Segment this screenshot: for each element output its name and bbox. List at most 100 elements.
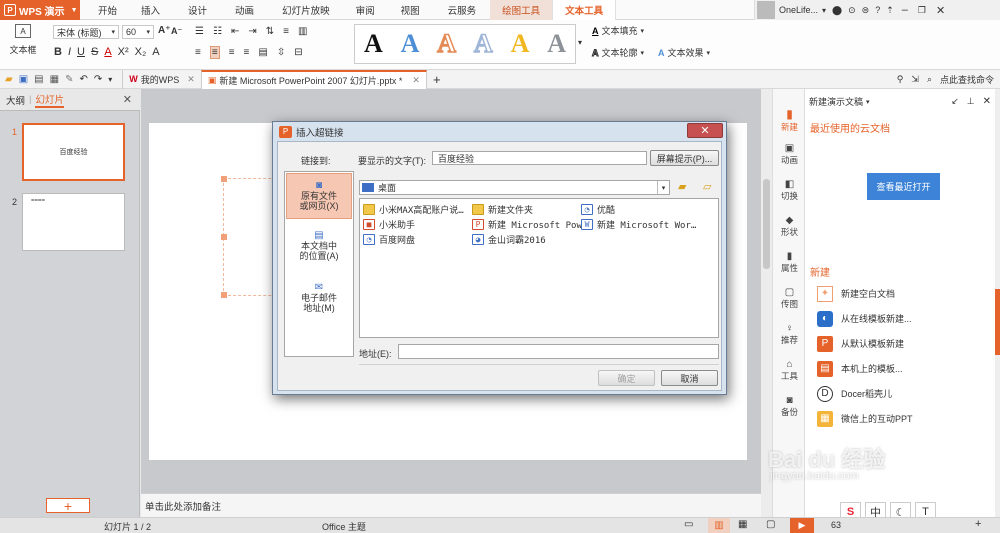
print-preview-icon[interactable]: ▤: [34, 74, 43, 85]
notes-area[interactable]: 单击此处添加备注: [141, 493, 761, 517]
scroll-thumb[interactable]: [763, 179, 770, 269]
format-painter-icon[interactable]: ✎: [65, 74, 73, 85]
local-template-item[interactable]: ▤ 本机上的模板...: [817, 356, 987, 381]
avatar[interactable]: [757, 1, 775, 19]
tab-my-wps[interactable]: W 我的WPS ✕: [122, 69, 201, 89]
side-backup-button[interactable]: ◙ 备份: [773, 395, 806, 431]
link-email[interactable]: ✉ 电子邮件 地址(M): [286, 276, 352, 322]
app-menu-button[interactable]: P WPS 演示 ▼: [0, 0, 80, 20]
dialog-close-button[interactable]: ✕: [687, 123, 723, 138]
close-icon[interactable]: ✕: [983, 96, 991, 107]
side-tools-button[interactable]: ⌂ 工具: [773, 359, 806, 395]
clear-format-icon[interactable]: A: [152, 46, 159, 58]
redo-icon[interactable]: ↷: [94, 74, 102, 85]
command-search-input[interactable]: 点此查找命令: [940, 73, 994, 86]
wordart-style-3[interactable]: A: [437, 28, 457, 59]
file-item[interactable]: W 新建 Microsoft Wor…: [581, 217, 696, 231]
align-left-icon[interactable]: ≡: [195, 47, 201, 58]
bold-button[interactable]: B: [54, 46, 62, 58]
subscript-icon[interactable]: X₂: [135, 46, 147, 58]
align-right-icon[interactable]: ≡: [229, 47, 235, 58]
spacing-icon[interactable]: ⇳: [277, 47, 285, 58]
side-shape-button[interactable]: ◆ 形状: [773, 215, 806, 251]
valign-icon[interactable]: ⊟: [294, 47, 302, 58]
account-chevron-icon[interactable]: ▾: [822, 6, 826, 15]
outdent-icon[interactable]: ⇤: [231, 26, 239, 37]
screen-tip-button[interactable]: 屏幕提示(P)...: [650, 150, 719, 166]
tab-home[interactable]: 开始: [88, 0, 127, 20]
textbox-button[interactable]: A 文本框: [6, 24, 40, 56]
save-icon[interactable]: ▣: [19, 74, 28, 85]
slide-thumbnail-2[interactable]: ====: [22, 193, 125, 251]
justify-icon[interactable]: ≡: [244, 47, 250, 58]
tab-text-tools[interactable]: 文本工具: [552, 0, 617, 20]
wordart-style-6[interactable]: A: [547, 29, 566, 59]
bullet-list-icon[interactable]: ☰: [195, 26, 204, 37]
maximize-icon[interactable]: ❐: [918, 5, 926, 16]
side-recommend-button[interactable]: ♀ 推荐: [773, 323, 806, 359]
file-item[interactable]: 新建文件夹: [472, 202, 533, 216]
gallery-more-icon[interactable]: ▾: [578, 38, 582, 47]
side-new-button[interactable]: ▮ 新建: [773, 107, 806, 143]
resize-handle[interactable]: [221, 292, 227, 298]
new-online-template-item[interactable]: ◐ 从在线模板新建...: [817, 306, 987, 331]
tab-current-doc[interactable]: ▣ 新建 Microsoft PowerPoint 2007 幻灯片.pptx …: [200, 69, 427, 89]
view-recent-button[interactable]: 查看最近打开: [867, 173, 940, 200]
minimize-icon[interactable]: –: [902, 4, 908, 16]
side-property-button[interactable]: ▮ 属性: [773, 251, 806, 287]
wordart-style-4[interactable]: A: [473, 28, 493, 59]
resize-handle[interactable]: [221, 234, 227, 240]
superscript-icon[interactable]: X²: [118, 46, 129, 58]
distribute-icon[interactable]: ▤: [258, 47, 267, 58]
tab-animation[interactable]: 动画: [221, 0, 268, 20]
sync-icon[interactable]: ⊙: [848, 5, 856, 16]
task-pane-toggle[interactable]: [995, 289, 1000, 355]
italic-button[interactable]: I: [68, 46, 71, 58]
close-icon[interactable]: ✕: [936, 4, 945, 17]
display-text-input[interactable]: 百度经验: [432, 151, 647, 165]
pin-icon[interactable]: ⊥: [967, 96, 975, 107]
text-effect-button[interactable]: A 文本效果 ▾: [658, 46, 710, 59]
shrink-font-icon[interactable]: A⁻: [171, 26, 182, 37]
strikethrough-button[interactable]: S: [91, 46, 98, 58]
file-item[interactable]: ◕ 金山词霸2016: [472, 232, 546, 246]
print-icon[interactable]: ▦: [50, 74, 59, 85]
text-fill-button[interactable]: A 文本填充 ▾: [592, 24, 644, 37]
wordart-style-5[interactable]: A: [511, 29, 530, 59]
tab-review[interactable]: 审阅: [344, 0, 387, 20]
play-icon[interactable]: ▶: [790, 518, 814, 533]
close-tab-icon[interactable]: ✕: [187, 74, 195, 85]
line-spacing-icon[interactable]: ≡: [283, 26, 289, 37]
tab-drawing-tools[interactable]: 绘图工具: [490, 0, 553, 20]
grow-font-icon[interactable]: A⁺: [158, 25, 171, 36]
undock-icon[interactable]: ↙: [951, 96, 959, 107]
tab-design[interactable]: 设计: [174, 0, 221, 20]
close-panel-icon[interactable]: ✕: [123, 93, 132, 106]
new-tab-icon[interactable]: +: [433, 72, 441, 87]
link-existing-file[interactable]: ◙ 原有文件 或网页(X): [286, 173, 352, 219]
align-center-icon[interactable]: ≡: [209, 46, 220, 59]
file-item[interactable]: ◔ 百度网盘: [363, 232, 415, 246]
indent-icon[interactable]: ⇥: [248, 26, 256, 37]
task-pane-title[interactable]: 新建演示文稿: [809, 95, 863, 108]
tab-slideshow[interactable]: 幻灯片放映: [268, 0, 344, 20]
ok-button[interactable]: 确定: [598, 370, 655, 386]
text-direction-icon[interactable]: ⇅: [266, 26, 274, 37]
open-icon[interactable]: ▰: [5, 74, 13, 85]
columns-icon[interactable]: ▥: [298, 26, 307, 37]
tab-slides[interactable]: 幻灯片: [35, 92, 64, 108]
sorter-view-icon[interactable]: ▦: [738, 519, 747, 530]
slide-thumbnail-1[interactable]: 百度经验: [22, 123, 125, 181]
file-item[interactable]: ◔ 优酷: [581, 202, 615, 216]
share-icon[interactable]: ⊜: [862, 5, 870, 16]
side-transition-button[interactable]: ◧ 切换: [773, 179, 806, 215]
undo-icon[interactable]: ↶: [79, 74, 87, 85]
reading-view-icon[interactable]: ▢: [766, 519, 775, 530]
dialog-title-bar[interactable]: P 插入超链接: [273, 122, 726, 141]
numbered-list-icon[interactable]: ☷: [213, 26, 222, 37]
zoom-in-icon[interactable]: +: [975, 518, 981, 530]
file-item[interactable]: 小米MAX高配账户说…: [363, 202, 464, 216]
side-animation-button[interactable]: ▣ 动画: [773, 143, 806, 179]
tab-cloud[interactable]: 云服务: [434, 0, 491, 20]
link-this-document[interactable]: ▤ 本文档中 的位置(A): [286, 224, 352, 270]
